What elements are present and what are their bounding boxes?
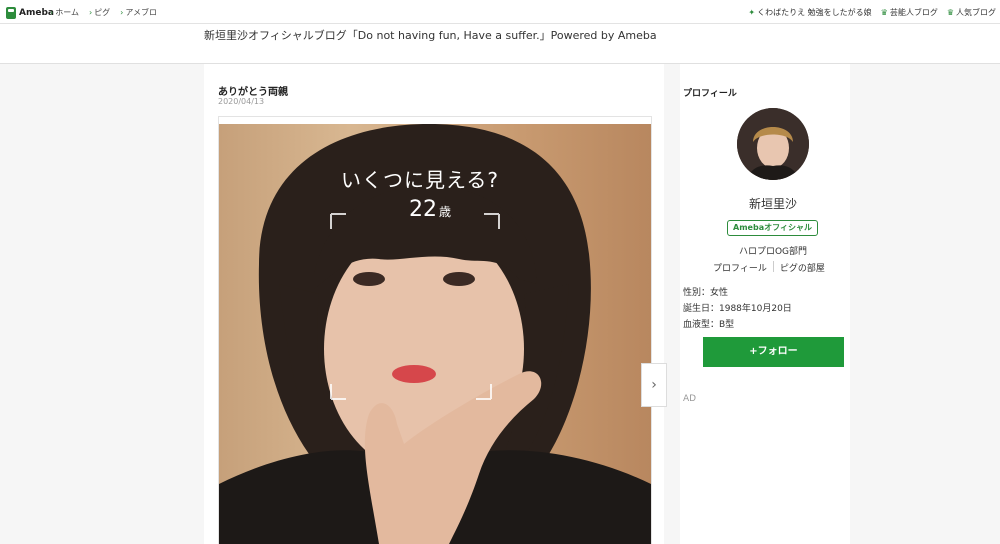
- featured-blog-link[interactable]: ✦ くわばたりえ 勉強をしたがる娘: [748, 7, 871, 18]
- nav-home[interactable]: › ホーム: [50, 7, 79, 18]
- global-navbar: Ameba › ホーム › ピグ › アメブロ ✦ くわばたりえ 勉強をしたがる娘 ♛ 芸…: [0, 0, 1000, 24]
- blood-type: 血液型：B型: [683, 320, 735, 330]
- article-date: 2020/04/13: [218, 97, 265, 106]
- article: ありがとう両親 2020/04/13 いくつに見える? 22 歳 ›: [204, 64, 667, 544]
- profile-link[interactable]: プロフィール: [713, 261, 767, 274]
- official-badge: Amebaオフィシャル: [727, 220, 818, 236]
- photo-question-text: いくつに見える?: [340, 168, 499, 192]
- article-photo[interactable]: いくつに見える? 22 歳: [219, 124, 651, 544]
- profile-name: 新垣里沙: [748, 197, 797, 211]
- gender: 性別：女性: [683, 288, 729, 298]
- profile-links: プロフィール ピグの部屋: [713, 261, 825, 274]
- ad-label: AD: [683, 394, 697, 404]
- article-title[interactable]: ありがとう両親: [218, 83, 288, 98]
- arrow-icon: ›: [88, 8, 93, 17]
- blog-header: 新垣里沙オフィシャルブログ「Do not having fun, Have a …: [0, 24, 1000, 64]
- right-nav: ✦ くわばたりえ 勉強をしたがる娘 ♛ 芸能人ブログ ♛ 人気ブログ: [748, 7, 996, 18]
- top-nav: › ホーム › ピグ › アメブロ: [50, 7, 157, 18]
- celebrity-blog-link[interactable]: ♛ 芸能人ブログ: [881, 7, 938, 18]
- avatar-illustration: [737, 108, 809, 180]
- popular-blog-link[interactable]: ♛ 人気ブログ: [947, 7, 996, 18]
- crown-icon: ♛: [880, 8, 888, 17]
- crown-icon: ♛: [946, 8, 954, 17]
- arrow-icon: ›: [50, 8, 54, 17]
- profile-department[interactable]: ハロプロOG部門: [680, 244, 866, 257]
- profile-details: 性別：女性 誕生日：1988年10月20日 血液型：B型: [683, 285, 792, 333]
- photo-age-text: 22 歳: [380, 197, 480, 222]
- profile-heading: プロフィール: [683, 89, 737, 99]
- divider: [772, 261, 774, 272]
- logo-text: Ameba: [19, 8, 54, 18]
- avatar[interactable]: [737, 108, 809, 180]
- chevron-right-icon: ›: [651, 377, 657, 393]
- nav-pig[interactable]: › ピグ: [89, 7, 110, 18]
- follow-button[interactable]: +フォロー: [703, 337, 844, 367]
- photo-carousel: いくつに見える? 22 歳 ›: [218, 116, 667, 544]
- nav-ameblo[interactable]: › アメブロ: [120, 7, 157, 18]
- profile-sidebar: プロフィール 新垣里沙 Amebaオフィシャル ハロプロOG部門 プロフィール …: [680, 64, 850, 544]
- arrow-icon: ›: [120, 8, 124, 17]
- ameba-logo[interactable]: Ameba: [6, 6, 54, 20]
- age-number: 22: [408, 197, 437, 222]
- sparkle-icon: ✦: [748, 8, 756, 17]
- age-unit: 歳: [438, 205, 451, 219]
- birthday: 誕生日：1988年10月20日: [683, 304, 792, 314]
- blog-title[interactable]: 新垣里沙オフィシャルブログ「Do not having fun, Have a …: [204, 27, 657, 43]
- pig-room-link[interactable]: ピグの部屋: [780, 261, 825, 274]
- next-image-button[interactable]: ›: [641, 363, 667, 407]
- ameba-logo-icon: [6, 7, 16, 19]
